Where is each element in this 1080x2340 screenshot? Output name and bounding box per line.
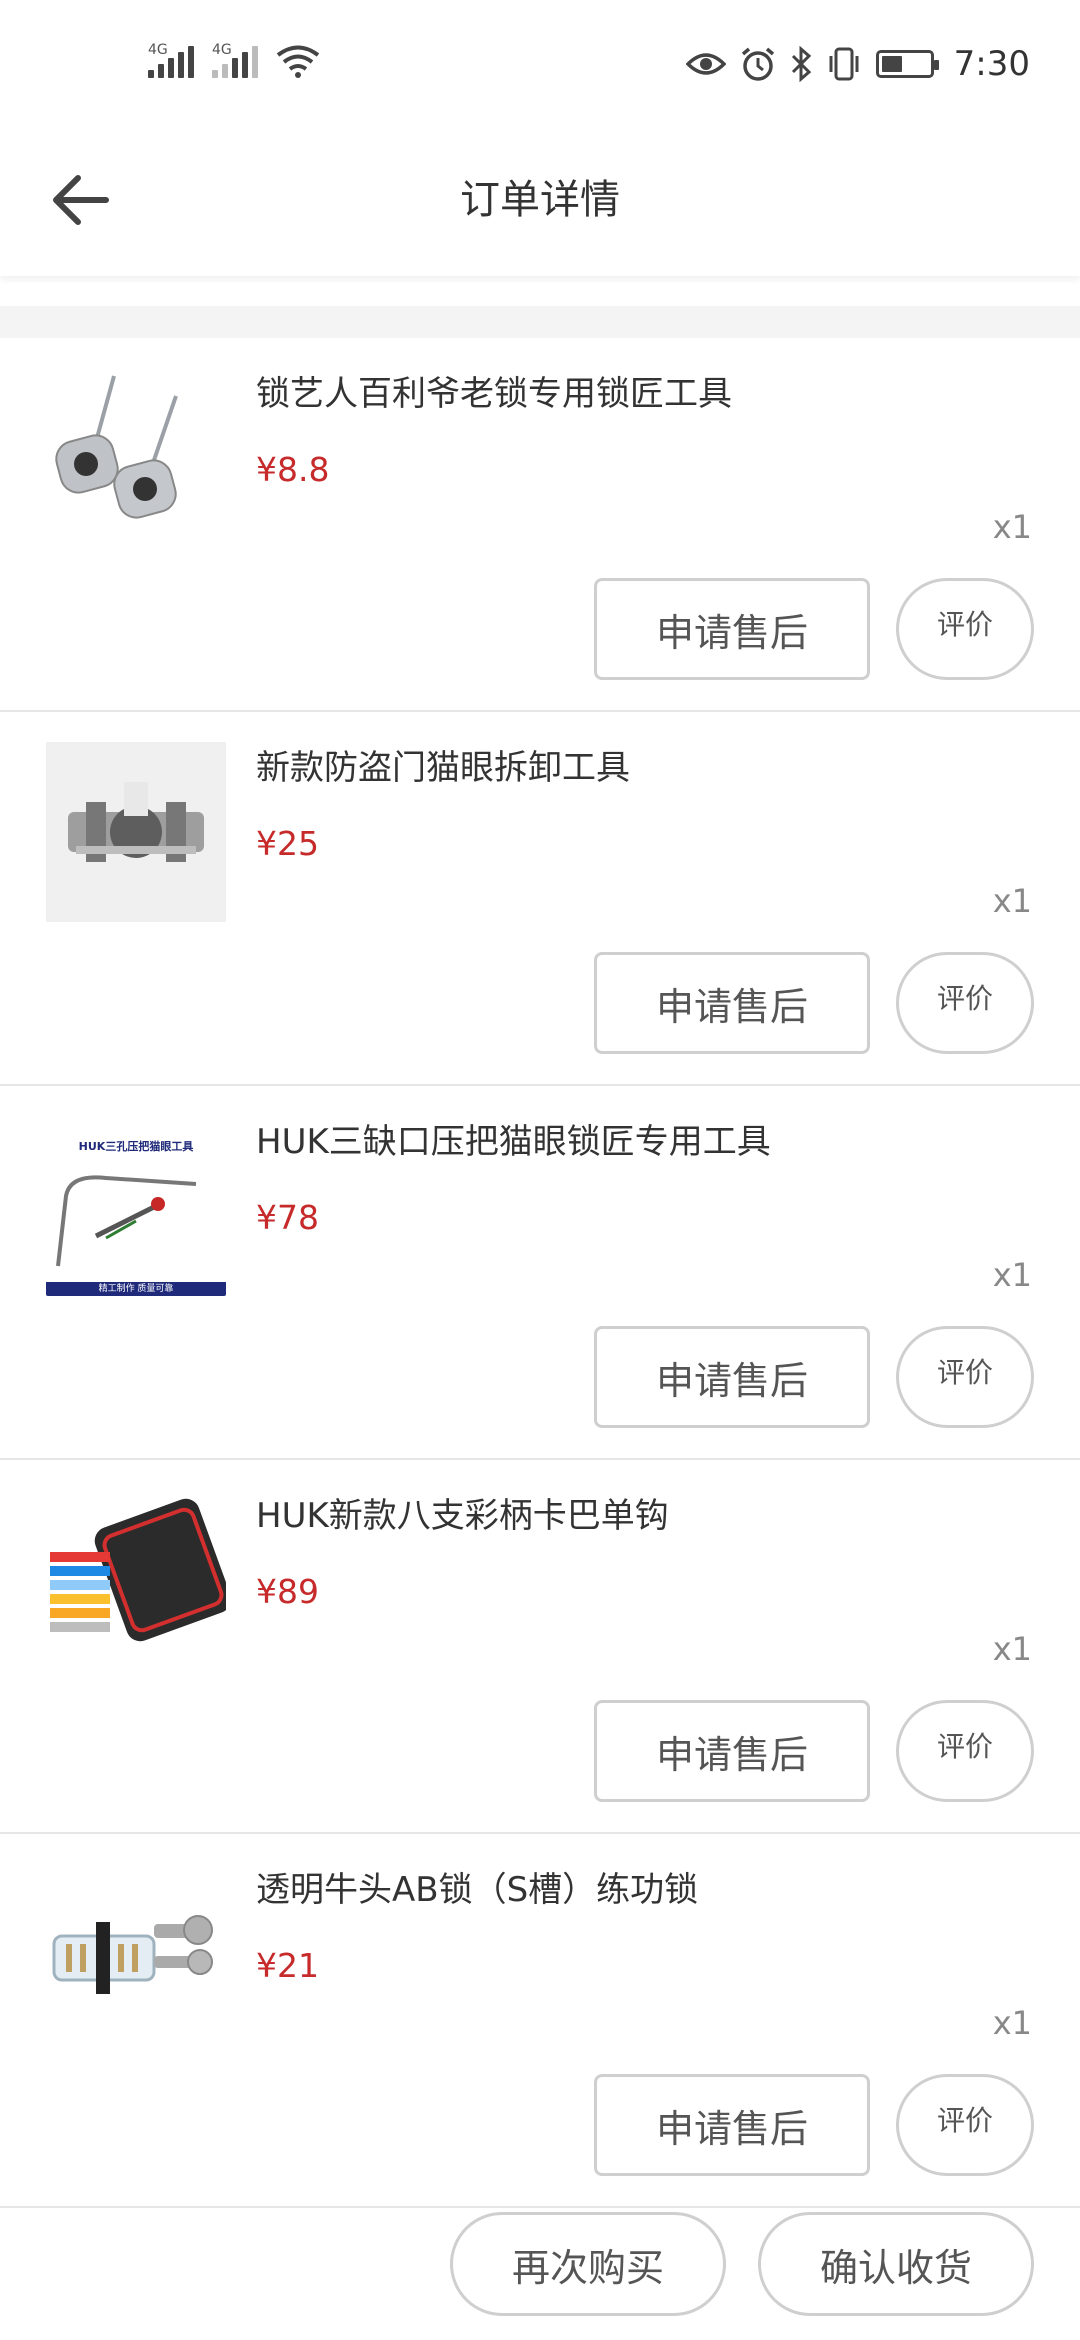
product-quantity: x1 <box>992 882 1032 920</box>
product-name[interactable]: 锁艺人百利爷老锁专用锁匠工具 <box>256 372 732 416</box>
product-name[interactable]: HUK三缺口压把猫眼锁匠专用工具 <box>256 1120 771 1164</box>
product-quantity: x1 <box>992 2004 1032 2042</box>
thumbnail-banner-bottom: 精工制作 质量可靠 <box>46 1282 226 1296</box>
after-sale-button[interactable]: 申请售后 <box>594 952 870 1054</box>
product-thumbnail[interactable] <box>46 1490 226 1670</box>
product-price: ¥21 <box>256 1946 319 1985</box>
pick-set-case-icon <box>50 1498 226 1642</box>
review-button[interactable]: 评价 <box>896 1700 1034 1802</box>
product-quantity: x1 <box>992 508 1032 546</box>
sim2-label: 4G <box>212 42 232 58</box>
list-item[interactable]: 锁艺人百利爷老锁专用锁匠工具 ¥8.8 x1 申请售后 评价 <box>0 338 1080 712</box>
product-name[interactable]: 新款防盗门猫眼拆卸工具 <box>256 746 630 790</box>
battery-level <box>881 56 903 72</box>
list-item[interactable]: 新款防盗门猫眼拆卸工具 ¥25 x1 申请售后 评价 <box>0 712 1080 1086</box>
clock: 7:30 <box>953 44 1030 84</box>
sim1-label: 4G <box>148 42 168 58</box>
peephole-tool-icon <box>68 782 204 862</box>
review-button[interactable]: 评价 <box>896 578 1034 680</box>
list-item[interactable]: HUK三孔压把猫眼工具 精工制作 质量可靠 HUK三缺口压把猫眼锁匠专用工具 ¥… <box>0 1086 1080 1460</box>
sim2-signal-icon: 4G <box>212 42 258 78</box>
after-sale-button[interactable]: 申请售后 <box>594 2074 870 2176</box>
review-button[interactable]: 评价 <box>896 1326 1034 1428</box>
product-price: ¥8.8 <box>256 450 330 489</box>
product-quantity: x1 <box>992 1630 1032 1668</box>
product-price: ¥25 <box>256 824 319 863</box>
product-thumbnail[interactable] <box>46 1864 226 2044</box>
alarm-icon <box>741 47 774 81</box>
after-sale-button[interactable]: 申请售后 <box>594 1326 870 1428</box>
list-item[interactable]: HUK新款八支彩柄卡巴单钩 ¥89 x1 申请售后 评价 <box>0 1460 1080 1834</box>
bluetooth-icon <box>791 46 811 82</box>
product-name[interactable]: HUK新款八支彩柄卡巴单钩 <box>256 1494 669 1538</box>
buy-again-button[interactable]: 再次购买 <box>450 2212 726 2316</box>
order-actions: 再次购买 确认收货 <box>0 2210 1080 2340</box>
section-divider <box>0 306 1080 338</box>
wifi-icon <box>276 45 320 78</box>
review-button[interactable]: 评价 <box>896 2074 1034 2176</box>
product-price: ¥78 <box>256 1198 319 1237</box>
after-sale-button[interactable]: 申请售后 <box>594 578 870 680</box>
product-name[interactable]: 透明牛头AB锁（S槽）练功锁 <box>256 1868 698 1912</box>
product-thumbnail[interactable]: HUK三孔压把猫眼工具 精工制作 质量可靠 <box>46 1116 226 1296</box>
app-header: 订单详情 <box>0 130 1080 276</box>
order-item-list: 锁艺人百利爷老锁专用锁匠工具 ¥8.8 x1 申请售后 评价 新款防盗门猫眼拆卸… <box>0 338 1080 2208</box>
sim1-signal-icon: 4G <box>148 42 194 78</box>
product-price: ¥89 <box>256 1572 319 1611</box>
vibrate-icon <box>829 47 859 81</box>
product-quantity: x1 <box>992 1256 1032 1294</box>
product-thumbnail[interactable] <box>46 368 226 548</box>
product-thumbnail[interactable] <box>46 742 226 922</box>
battery-icon <box>875 50 939 78</box>
status-bar: 4G 4G 7:30 <box>0 0 1080 130</box>
confirm-receipt-button[interactable]: 确认收货 <box>758 2212 1034 2316</box>
after-sale-button[interactable]: 申请售后 <box>594 1700 870 1802</box>
system-indicators: 7:30 <box>685 44 1030 84</box>
lock-pick-tool-icon <box>55 375 178 519</box>
page-title: 订单详情 <box>460 177 620 223</box>
review-button[interactable]: 评价 <box>896 952 1034 1054</box>
network-indicators: 4G 4G <box>148 42 320 78</box>
pick-tool-icon <box>56 1175 197 1267</box>
list-item[interactable]: 透明牛头AB锁（S槽）练功锁 ¥21 x1 申请售后 评价 <box>0 1834 1080 2208</box>
practice-lock-icon <box>52 1915 213 1994</box>
eye-icon <box>685 53 726 75</box>
